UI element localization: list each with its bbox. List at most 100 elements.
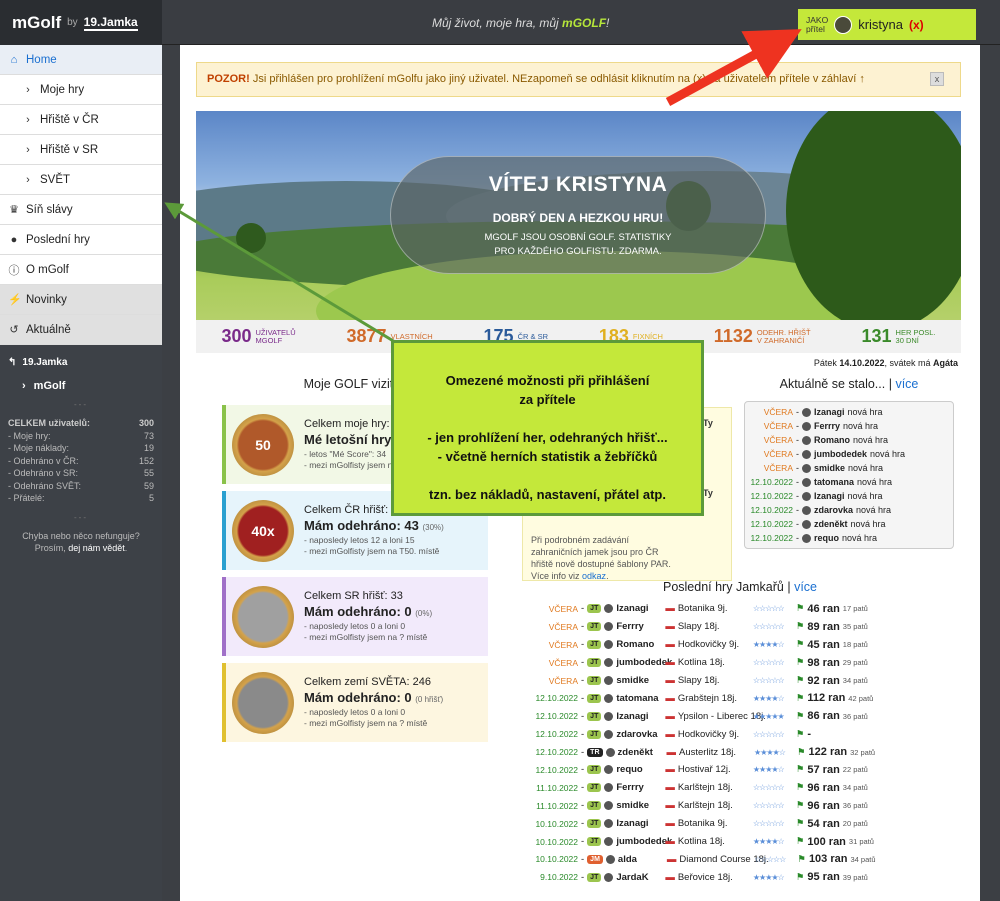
game-user[interactable]: smidke [616,800,662,811]
game-rating-stars: ☆☆☆☆☆ [752,819,785,829]
nav-item[interactable]: › Moje hry [0,75,162,105]
activity-item[interactable]: 12.10.2022- Izanagi nová hra [749,489,949,503]
activity-item[interactable]: VČERA - Izanagi nová hra [749,405,949,419]
game-course[interactable]: Beřovice 18j. [678,872,750,883]
game-row[interactable]: 12.10.2022- TR zdeněkt ▬ Austerlitz 18j. ★★★★… [530,743,950,761]
game-user[interactable]: Ferrry [616,621,662,632]
game-row[interactable]: VČERA - JT Romano ▬ Hodkovičky 9j. ★★★★☆ ⚑ 45 ra… [530,636,950,654]
game-user[interactable]: Izanagi [616,818,662,829]
game-user[interactable]: Ferrry [616,782,662,793]
game-row[interactable]: VČERA - JT Ferrry ▬ Slapy 18j. ☆☆☆☆☆ ⚑ 89 ran 35 … [530,618,950,636]
game-user[interactable]: Izanagi [616,711,662,722]
game-row[interactable]: VČERA - JT jumbodedek ▬ Kotlina 18j. ☆☆☆☆☆ ⚑ 98 … [530,654,950,672]
game-course[interactable]: Kotlina 18j. [678,836,750,847]
game-user[interactable]: Izanagi [616,603,662,614]
activity-user[interactable]: Ferrry [814,421,840,431]
activity-user[interactable]: Romano [814,435,850,445]
close-warning-button[interactable]: x [930,72,944,86]
game-course[interactable]: Slapy 18j. [678,675,750,686]
logout-friend-button[interactable]: (x) [909,18,924,32]
game-course[interactable]: Ypsilon - Liberec 18j. [678,711,766,722]
user-avatar-icon [604,693,614,703]
activity-item[interactable]: 12.10.2022- requo nová hra [749,531,949,545]
nav-item[interactable]: ⓘ O mGolf [0,255,162,285]
game-user[interactable]: zdarovka [616,729,662,740]
game-user[interactable]: jumbodedek [616,657,672,668]
game-user[interactable]: smidke [616,675,662,686]
side-stat-row: - Odehráno v SR: 55 [8,467,154,480]
jamka-logo[interactable]: 19.Jamka [83,15,138,31]
game-row[interactable]: VČERA - JT Izanagi ▬ Botanika 9j. ☆☆☆☆☆ ⚑ 46 ran… [530,600,950,618]
nav-item[interactable]: › SVĚT [0,165,162,195]
activity-item[interactable]: 12.10.2022- tatomana nová hra [749,475,949,489]
stat-card[interactable]: Celkem SR hřišť: 33 Mám odehráno: 0 (0%) -… [222,577,488,656]
game-user[interactable]: alda [618,854,664,865]
game-course[interactable]: Karlštejn 18j. [678,782,750,793]
game-course[interactable]: Diamond Course 18j. [679,854,768,865]
game-row[interactable]: 12.10.2022- JT Izanagi ▬ Ypsilon - Liberec 1… [530,707,950,725]
activity-user[interactable]: zdeněkt [814,519,848,529]
game-row[interactable]: 9.10.2022- JT JardaK ▬ Beřovice 18j. ★★★★☆ ⚑ 95… [530,868,950,886]
game-course[interactable]: Grabštejn 18j. [678,693,750,704]
game-row[interactable]: 12.10.2022- JT requo ▬ Hostivař 12j. ★★★★☆ ⚑ 57… [530,761,950,779]
game-row[interactable]: 11.10.2022- JT Ferrry ▬ Karlštejn 18j. ☆☆☆☆☆ ⚑… [530,779,950,797]
game-course[interactable]: Hostivař 12j. [678,764,750,775]
game-user[interactable]: zdeněkt [618,747,664,758]
game-course[interactable]: Kotlina 18j. [678,657,750,668]
coin-badge-icon [232,671,294,734]
activity-item[interactable]: VČERA - smidke nová hra [749,461,949,475]
nav-item[interactable]: › Hřiště v SR [0,135,162,165]
activity-item[interactable]: VČERA - jumbodedek nová hra [749,447,949,461]
activity-item[interactable]: VČERA - Romano nová hra [749,433,949,447]
nav-item[interactable]: ● Poslední hry [0,225,162,255]
stat-card[interactable]: Celkem zemí SVĚTA: 246 Mám odehráno: 0 (0… [222,663,488,742]
nav-item[interactable]: ↺ Aktuálně [0,315,162,345]
game-row[interactable]: VČERA - JT smidke ▬ Slapy 18j. ☆☆☆☆☆ ⚑ 92 ran 34 … [530,672,950,690]
game-course[interactable]: Karlštejn 18j. [678,800,750,811]
activity-user[interactable]: requo [814,533,839,543]
activity-user[interactable]: jumbodedek [814,449,867,459]
activity-more-link[interactable]: více [895,377,918,391]
game-course[interactable]: Slapy 18j. [678,621,750,632]
card-total: Celkem SR hřišť: 33 [304,590,403,602]
game-course[interactable]: Hodkovičky 9j. [678,729,750,740]
game-course[interactable]: Botanika 9j. [678,818,750,829]
activity-user[interactable]: zdarovka [814,505,853,515]
game-course[interactable]: Austerlitz 18j. [679,747,751,758]
activity-item[interactable]: 12.10.2022- zdeněkt nová hra [749,517,949,531]
game-user[interactable]: JardaK [616,872,662,883]
game-row[interactable]: 10.10.2022- JM alda ▬ Diamond Course 18j. ☆☆☆… [530,850,950,868]
activity-user[interactable]: tatomana [814,477,854,487]
game-user[interactable]: jumbodedek [616,836,672,847]
game-row[interactable]: 12.10.2022- JT tatomana ▬ Grabštejn 18j. ★★★★… [530,689,950,707]
flag-icon: ⚑ [795,871,805,883]
game-course[interactable]: Botanika 9j. [678,603,750,614]
mgolf-sublink[interactable]: › mGolf [8,380,154,392]
activity-item[interactable]: VČERA - Ferrry nová hra [749,419,949,433]
game-user[interactable]: Romano [616,639,662,650]
nav-item[interactable]: ⚡ Novinky [0,285,162,315]
activity-user[interactable]: Izanagi [814,491,845,501]
friend-user-box[interactable]: JAKO přítel kristyna (x) [798,9,976,40]
game-course[interactable]: Hodkovičky 9j. [678,639,750,650]
nav-item[interactable]: ♛ Síň slávy [0,195,162,225]
card-main-sub: (0 hřišť) [415,695,444,704]
friend-username[interactable]: kristyna [858,17,903,32]
feedback-link[interactable]: dej nám vědět [68,543,125,553]
game-row[interactable]: 10.10.2022- JT Izanagi ▬ Botanika 9j. ☆☆☆☆☆ ⚑ 5… [530,815,950,833]
game-type-badge: TR [587,747,603,757]
game-user[interactable]: tatomana [616,693,662,704]
game-row[interactable]: 12.10.2022- JT zdarovka ▬ Hodkovičky 9j. ☆☆☆☆… [530,725,950,743]
last-games-more-link[interactable]: více [794,580,817,594]
game-row[interactable]: 10.10.2022- JT jumbodedek ▬ Kotlina 18j. ★★★★… [530,833,950,851]
activity-item[interactable]: 12.10.2022- zdarovka nová hra [749,503,949,517]
game-type-badge: JM [587,854,603,864]
activity-user[interactable]: smidke [814,463,845,473]
game-user[interactable]: requo [616,764,662,775]
nav-item[interactable]: ⌂ Home [0,45,162,75]
partner-logo[interactable]: ↰ 19.Jamka [8,355,154,380]
mgolf-logo[interactable]: mGolf [12,13,61,33]
game-row[interactable]: 11.10.2022- JT smidke ▬ Karlštejn 18j. ☆☆☆☆☆ ⚑… [530,797,950,815]
nav-item[interactable]: › Hřiště v ČR [0,105,162,135]
activity-user[interactable]: Izanagi [814,407,845,417]
